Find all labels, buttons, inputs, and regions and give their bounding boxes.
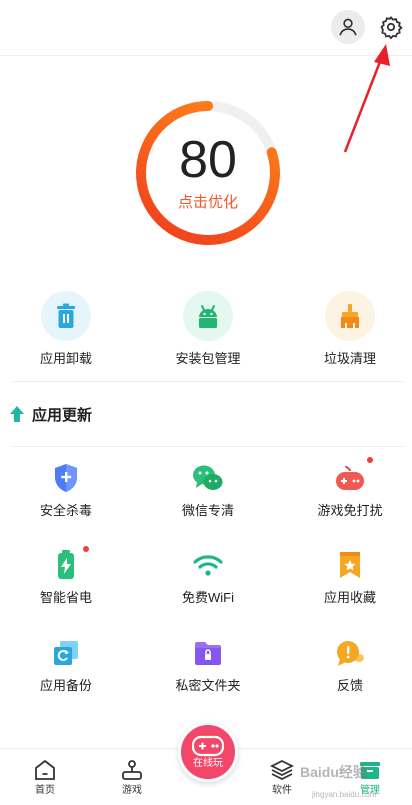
feature-label: 游戏免打扰 <box>317 503 383 518</box>
feature-app-backup[interactable]: 应用备份 <box>6 636 126 694</box>
feature-game-dnd[interactable]: 游戏免打扰 <box>290 457 410 519</box>
gamepad-icon <box>336 465 364 490</box>
feature-icon-wrap <box>191 461 225 495</box>
battery-icon <box>58 550 74 579</box>
feature-icon-wrap <box>333 636 367 670</box>
feature-label: 免费WiFi <box>182 590 234 605</box>
feature-icon-wrap <box>49 636 83 670</box>
watermark: Baidu经验 <box>300 764 367 780</box>
backup-icon <box>54 641 78 665</box>
gamepad-icon <box>192 735 224 756</box>
arrow-up-icon <box>10 406 24 422</box>
feature-label: 私密文件夹 <box>175 678 241 693</box>
tool-icon-bg <box>325 291 375 341</box>
feature-label: 应用备份 <box>39 678 92 693</box>
watermark-url: jingyan.baidu.com <box>312 790 377 799</box>
divider <box>12 381 404 382</box>
home-icon <box>35 759 55 780</box>
wechat-icon <box>193 465 223 490</box>
feature-security-antivirus[interactable]: 安全杀毒 <box>6 461 126 519</box>
feature-label: 安全杀毒 <box>39 503 92 518</box>
feature-label: 应用收藏 <box>323 590 376 605</box>
feature-label: 微信专清 <box>181 503 234 518</box>
tool-junk-clean[interactable]: 垃圾清理 <box>290 291 410 367</box>
wifi-icon <box>193 555 223 576</box>
broom-icon <box>341 304 359 328</box>
feature-label: 反馈 <box>336 678 363 693</box>
play-online-label: 在线玩 <box>193 757 223 769</box>
settings-button[interactable] <box>376 12 406 42</box>
tab-label: 软件 <box>272 785 292 796</box>
tab-games[interactable]: 游戏 <box>102 757 162 797</box>
trash-icon <box>57 303 75 328</box>
feedback-icon <box>337 641 364 666</box>
play-online-button[interactable]: 在线玩 <box>178 722 238 782</box>
layers-icon <box>270 759 294 781</box>
app-update-header[interactable]: 应用更新 <box>10 403 92 425</box>
tool-icon-bg <box>41 291 91 341</box>
tool-icon-bg <box>183 291 233 341</box>
tool-app-uninstall[interactable]: 应用卸载 <box>6 291 126 367</box>
section-title: 应用更新 <box>32 406 93 424</box>
feature-label: 智能省电 <box>39 590 92 605</box>
tool-label: 应用卸载 <box>39 351 92 366</box>
feature-wechat-clean[interactable]: 微信专清 <box>148 461 268 519</box>
bookmark-icon <box>340 552 360 578</box>
optimize-score-button[interactable]: 80 点击优化 <box>131 96 285 250</box>
tool-label: 垃圾清理 <box>323 351 376 366</box>
score-action-label: 点击优化 <box>177 194 238 211</box>
tab-home[interactable]: 首页 <box>15 757 75 797</box>
score-value: 80 <box>179 131 237 189</box>
feature-private-folder[interactable]: 私密文件夹 <box>148 636 268 694</box>
feature-icon-wrap <box>191 548 225 582</box>
feature-icon-wrap <box>191 636 225 670</box>
feature-icon-wrap <box>333 457 373 495</box>
tool-package-manager[interactable]: 安装包管理 <box>148 291 268 367</box>
feature-icon-wrap <box>49 461 83 495</box>
divider <box>12 446 404 447</box>
notification-dot <box>367 457 373 463</box>
user-avatar-button[interactable] <box>331 10 365 44</box>
feature-app-favorites[interactable]: 应用收藏 <box>290 548 410 606</box>
gear-icon <box>380 16 403 39</box>
user-icon <box>339 18 357 36</box>
feature-free-wifi[interactable]: 免费WiFi <box>148 548 268 606</box>
top-bar <box>0 0 412 56</box>
tab-label: 首页 <box>35 785 55 796</box>
android-icon <box>199 305 217 328</box>
tool-label: 安装包管理 <box>175 351 241 366</box>
feature-feedback[interactable]: 反馈 <box>290 636 410 694</box>
notification-dot <box>83 546 89 552</box>
shield-icon <box>55 464 77 492</box>
folder-lock-icon <box>195 642 221 665</box>
feature-icon-wrap <box>49 546 89 582</box>
feature-power-saving[interactable]: 智能省电 <box>6 546 126 606</box>
joystick-icon <box>122 760 142 780</box>
tab-label: 游戏 <box>122 785 142 796</box>
feature-icon-wrap <box>333 548 367 582</box>
